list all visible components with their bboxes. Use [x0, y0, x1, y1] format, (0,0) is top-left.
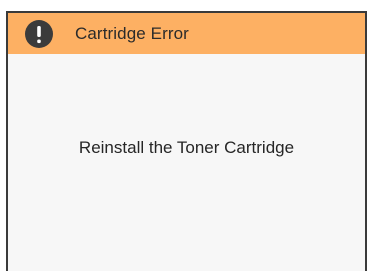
dialog-title: Cartridge Error: [75, 23, 189, 43]
cartridge-error-dialog: Cartridge Error Reinstall the Toner Cart…: [6, 11, 367, 271]
alert-icon: [25, 19, 53, 48]
dialog-title-bar: Cartridge Error: [8, 13, 365, 54]
error-message: Reinstall the Toner Cartridge: [78, 138, 295, 157]
